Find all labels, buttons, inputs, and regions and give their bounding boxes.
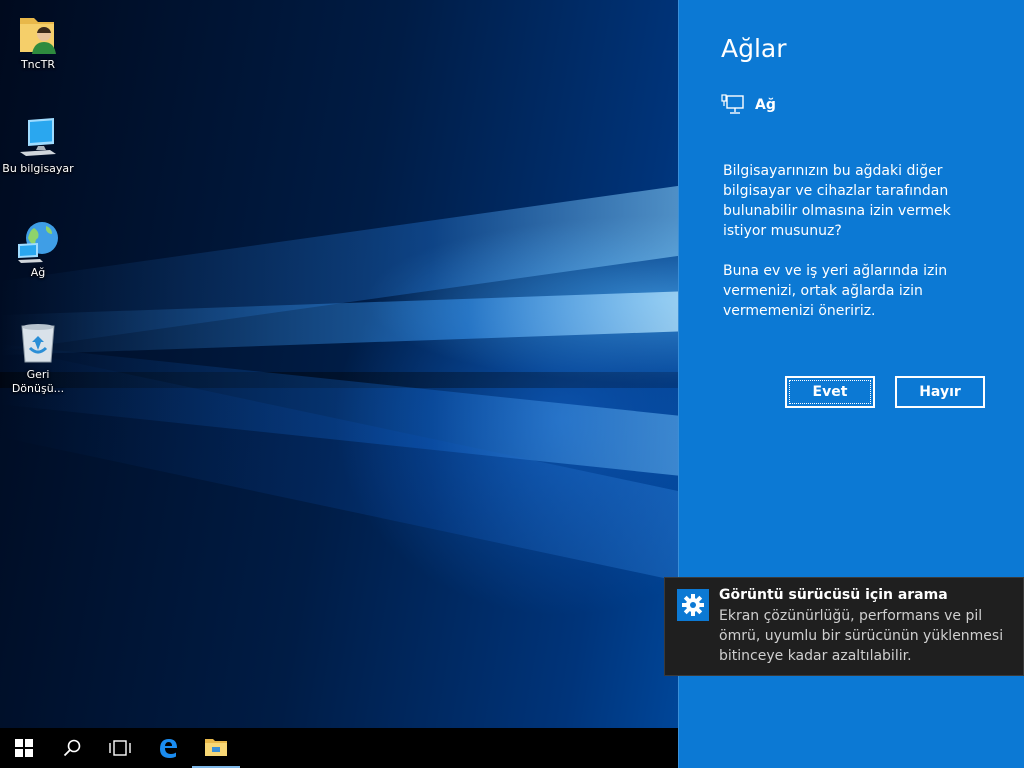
- file-explorer-button[interactable]: [192, 728, 240, 768]
- edge-button[interactable]: [144, 728, 192, 768]
- desktop-icon-label: Ağ: [30, 266, 46, 279]
- network-entry[interactable]: Ağ: [721, 94, 776, 116]
- desktop-icon-recycle-bin[interactable]: Geri Dönüşü...: [0, 320, 76, 396]
- network-globe-icon: [18, 222, 58, 263]
- notification-icon-box: [677, 589, 709, 621]
- discovery-recommendation: Buna ev ve iş yeri ağlarında izin vermen…: [723, 263, 948, 319]
- notification-body: Ekran çözünürlüğü, performans ve pil ömr…: [719, 608, 1004, 664]
- start-icon: [15, 739, 33, 757]
- desktop-icon-label: TncTR: [20, 58, 56, 71]
- discovery-prompt: Bilgisayarınızın bu ağdaki diğer bilgisa…: [723, 163, 951, 239]
- computer-icon: [20, 118, 56, 156]
- ethernet-icon: [721, 94, 744, 114]
- task-view-icon: [109, 740, 131, 756]
- recycle-bin-icon: [21, 324, 55, 363]
- start-button[interactable]: [0, 728, 48, 768]
- desktop-icon-network[interactable]: Ağ: [0, 218, 76, 280]
- notification-title: Görüntü sürücüsü için arama: [719, 587, 948, 603]
- no-button[interactable]: Hayır: [895, 376, 985, 408]
- edge-icon: [160, 739, 177, 758]
- user-folder-icon: [20, 18, 56, 54]
- gear-icon: [682, 594, 704, 616]
- yes-button[interactable]: Evet: [785, 376, 875, 408]
- desktop-icon-label: Geri Dönüşü...: [11, 368, 65, 395]
- desktop-icon-label: Bu bilgisayar: [2, 162, 74, 175]
- search-button[interactable]: [48, 728, 96, 768]
- network-name: Ağ: [755, 97, 776, 113]
- desktop-icon-this-pc[interactable]: Bu bilgisayar: [0, 114, 76, 176]
- search-icon: [63, 739, 81, 757]
- panel-title: Ağlar: [721, 34, 787, 63]
- desktop-icon-user-folder[interactable]: TncTR: [0, 10, 76, 72]
- notification-toast[interactable]: Görüntü sürücüsü için arama Ekran çözünü…: [664, 577, 1024, 676]
- file-explorer-icon: [205, 739, 227, 756]
- task-view-button[interactable]: [96, 728, 144, 768]
- taskbar: [0, 728, 678, 768]
